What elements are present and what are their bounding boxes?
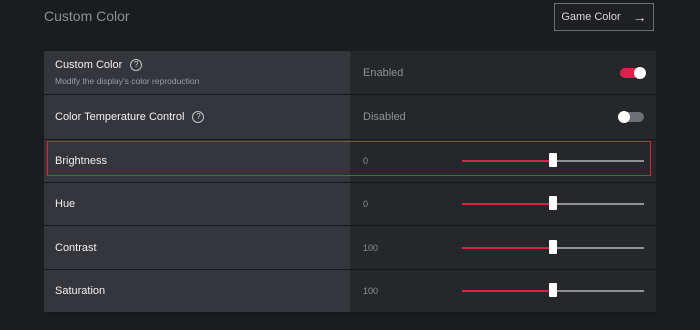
slider-thumb[interactable] (549, 283, 557, 297)
color-temperature-row: Color Temperature Control ? Disabled (44, 95, 656, 140)
help-icon[interactable]: ? (192, 111, 205, 123)
hue-row: Hue 0 (44, 183, 656, 226)
brightness-row: Brightness 0 (44, 140, 656, 183)
hue-value: 0 (363, 199, 369, 209)
saturation-value: 100 (363, 286, 379, 296)
saturation-row: Saturation 100 (44, 270, 656, 313)
saturation-label: Saturation (55, 285, 106, 297)
custom-color-state: Enabled (363, 66, 404, 79)
brightness-value: 0 (363, 156, 369, 166)
contrast-value: 100 (363, 242, 379, 253)
hue-value-cell: 0 (350, 183, 656, 225)
color-temperature-toggle[interactable] (618, 111, 644, 123)
custom-color-toggle[interactable] (620, 66, 646, 79)
contrast-slider[interactable] (462, 239, 644, 254)
color-temperature-label-cell: Color Temperature Control ? (44, 95, 350, 139)
slider-fill (462, 290, 553, 292)
brightness-label: Brightness (55, 155, 107, 167)
game-color-button[interactable]: Game Color → (554, 3, 654, 31)
hue-slider[interactable] (462, 196, 644, 210)
toggle-knob (634, 66, 646, 79)
custom-color-description: Modify the display's color reproduction (55, 76, 200, 86)
game-color-button-label: Game Color (561, 11, 621, 23)
custom-color-label: Custom Color (55, 59, 123, 71)
color-temperature-label: Color Temperature Control (55, 111, 185, 123)
brightness-label-cell: Brightness (44, 140, 350, 182)
contrast-value-cell: 100 (350, 226, 656, 269)
color-temperature-state: Disabled (363, 111, 406, 123)
custom-color-row: Custom Color ? Modify the display's colo… (44, 51, 656, 95)
help-icon[interactable]: ? (130, 59, 143, 71)
slider-fill (462, 246, 553, 249)
saturation-slider[interactable] (462, 283, 644, 297)
slider-thumb[interactable] (549, 196, 557, 210)
contrast-label-cell: Contrast (44, 226, 350, 269)
toggle-knob (618, 111, 630, 123)
slider-fill (462, 203, 553, 205)
contrast-row: Contrast 100 (44, 226, 656, 270)
hue-label-cell: Hue (44, 183, 350, 225)
arrow-right-icon: → (632, 9, 647, 25)
brightness-value-cell: 0 (350, 140, 656, 182)
custom-color-value-cell: Enabled (350, 51, 656, 94)
color-temperature-value-cell: Disabled (350, 95, 656, 139)
saturation-value-cell: 100 (350, 270, 656, 312)
hue-label: Hue (55, 198, 76, 210)
slider-thumb[interactable] (549, 153, 557, 167)
settings-table: Custom Color ? Modify the display's colo… (44, 51, 656, 313)
contrast-label: Contrast (55, 241, 97, 254)
section-title: Custom Color (44, 8, 130, 24)
saturation-label-cell: Saturation (44, 270, 350, 312)
custom-color-label-cell: Custom Color ? Modify the display's colo… (44, 51, 350, 94)
slider-fill (462, 160, 553, 162)
slider-thumb[interactable] (549, 239, 557, 254)
brightness-slider[interactable] (462, 153, 644, 167)
